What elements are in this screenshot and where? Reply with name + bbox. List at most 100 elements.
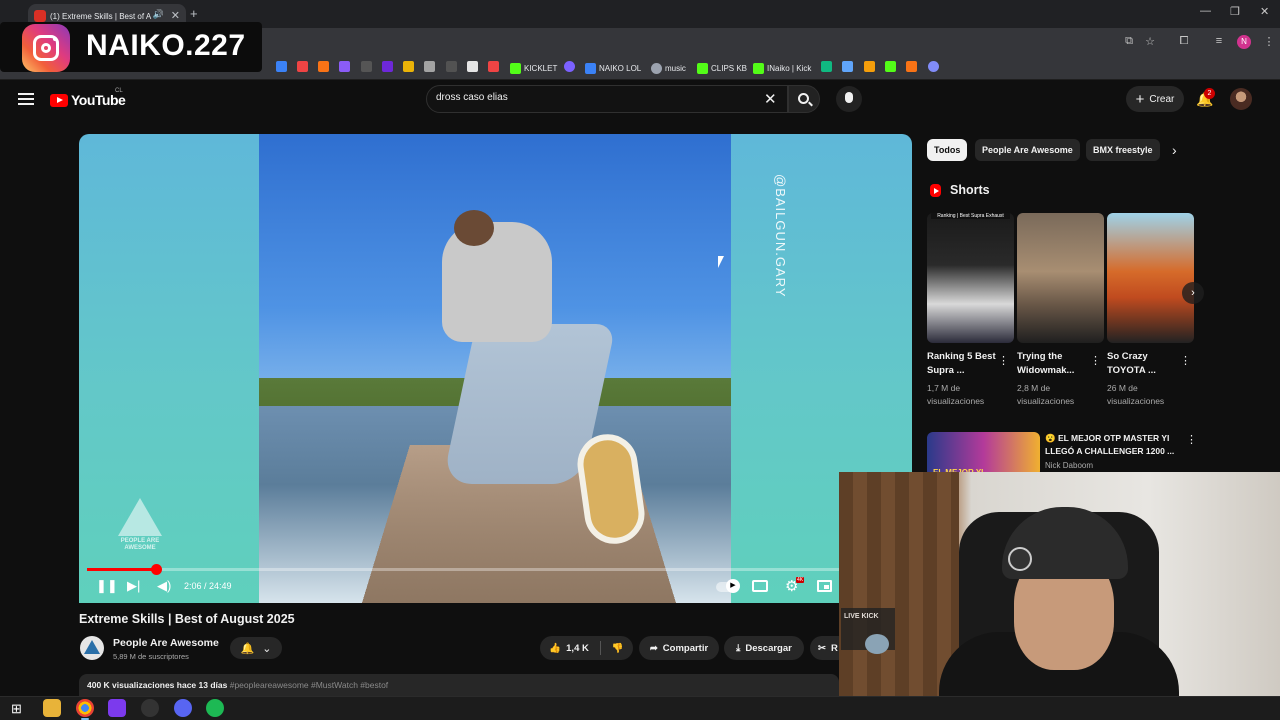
subscriber-count: 5,89 M de suscriptores bbox=[113, 652, 189, 661]
search-icon[interactable] bbox=[798, 93, 809, 104]
short-title[interactable]: So Crazy TOYOTA ... bbox=[1107, 350, 1179, 378]
short-title[interactable]: Ranking 5 Best Supra ... bbox=[927, 350, 999, 378]
next-icon[interactable]: ▶| bbox=[127, 578, 140, 594]
bookmark-icon[interactable] bbox=[467, 61, 478, 72]
kick-icon bbox=[697, 62, 708, 74]
windows-taskbar bbox=[0, 696, 1280, 720]
webcam-overlay: LIVE KICK bbox=[839, 472, 1280, 720]
create-button[interactable]: + Crear bbox=[1126, 86, 1184, 112]
tab-close-icon[interactable]: ✕ bbox=[171, 9, 180, 22]
bookmark-icon[interactable] bbox=[564, 61, 575, 72]
shorts-heading: Shorts bbox=[950, 183, 990, 197]
download-icon: ⤓ bbox=[736, 642, 741, 654]
share-button[interactable]: ➦ Compartir bbox=[639, 636, 719, 660]
bookmark-icon[interactable] bbox=[885, 61, 896, 72]
short-thumbnail[interactable] bbox=[1017, 213, 1104, 343]
bookmark-clips-kb[interactable]: CLIPS KB bbox=[697, 60, 747, 76]
bookmark-icon[interactable] bbox=[842, 61, 853, 72]
new-tab-button[interactable]: + bbox=[190, 6, 198, 21]
bookmark-music[interactable]: music bbox=[651, 60, 686, 76]
recommended-thumbnail[interactable]: EL MEJOR YI bbox=[927, 432, 1040, 477]
clear-search-icon[interactable]: ✕ bbox=[764, 90, 777, 108]
progress-bar[interactable] bbox=[87, 564, 904, 575]
like-icon[interactable]: 👍 bbox=[549, 643, 561, 654]
recommended-title[interactable]: 😮 EL MEJOR OTP MASTER YI LLEGÓ A CHALLEN… bbox=[1045, 432, 1180, 458]
share-icon: ➦ bbox=[649, 642, 658, 654]
more-options-icon[interactable]: ⋮ bbox=[1186, 433, 1197, 446]
music-icon bbox=[651, 62, 662, 74]
shorts-next-icon[interactable]: › bbox=[1182, 282, 1204, 304]
reading-list-icon[interactable]: ≡ bbox=[1212, 35, 1226, 49]
bookmark-icon[interactable] bbox=[318, 61, 329, 72]
windows-start-icon[interactable]: ⊞ bbox=[11, 701, 22, 717]
subscription-bell-button[interactable]: 🔔 ⌄ bbox=[230, 637, 282, 659]
short-thumbnail[interactable]: Ranking | Best Supra Exhaust bbox=[927, 213, 1014, 343]
download-button[interactable]: ⤓ Descargar bbox=[724, 636, 804, 660]
bookmark-icon[interactable] bbox=[403, 61, 414, 72]
bookmark-naiko-lol[interactable]: NAIKO LOL bbox=[585, 60, 641, 76]
browser-menu-icon[interactable]: ⋮ bbox=[1262, 35, 1276, 49]
short-thumbnail[interactable] bbox=[1107, 213, 1194, 343]
chip-bmx-freestyle[interactable]: BMX freestyle bbox=[1086, 139, 1160, 161]
channel-watermark-logo: PEOPLE ARE AWESOME bbox=[110, 498, 170, 560]
channel-avatar[interactable] bbox=[80, 636, 104, 660]
instagram-icon bbox=[22, 24, 70, 72]
bookmark-icon[interactable] bbox=[339, 61, 350, 72]
avatar[interactable] bbox=[1230, 88, 1252, 110]
dislike-icon[interactable]: 👎 bbox=[612, 643, 624, 654]
discord-icon[interactable] bbox=[174, 699, 192, 717]
recommended-channel[interactable]: Nick Daboom bbox=[1045, 461, 1093, 470]
profile-avatar-icon[interactable]: N bbox=[1237, 35, 1251, 49]
chip-todos[interactable]: Todos bbox=[927, 139, 968, 161]
bookmark-star-icon[interactable]: ☆ bbox=[1143, 35, 1157, 49]
close-window-button[interactable]: ✕ bbox=[1260, 5, 1269, 18]
short-title[interactable]: Trying the Widowmak... bbox=[1017, 350, 1089, 378]
file-explorer-icon[interactable] bbox=[43, 699, 61, 717]
progress-fill bbox=[87, 568, 156, 571]
bookmark-icon[interactable] bbox=[906, 61, 917, 72]
spotify-icon[interactable] bbox=[206, 699, 224, 717]
plus-icon: + bbox=[1135, 90, 1145, 108]
tab-audio-icon[interactable]: 🔊 bbox=[153, 9, 164, 20]
bookmark-icon[interactable] bbox=[821, 61, 832, 72]
chip-people-are-awesome[interactable]: People Are Awesome bbox=[975, 139, 1080, 161]
progress-scrubber[interactable] bbox=[151, 564, 162, 575]
bookmark-icon[interactable] bbox=[928, 61, 939, 72]
like-count: 1,4 K bbox=[566, 642, 589, 654]
minimize-button[interactable]: — bbox=[1200, 5, 1211, 17]
more-options-icon[interactable]: ⋮ bbox=[1180, 354, 1191, 367]
volume-icon[interactable]: ◀) bbox=[157, 578, 171, 594]
like-dislike-group[interactable]: 👍 1,4 K 👎 bbox=[540, 636, 633, 660]
chevron-right-icon[interactable]: › bbox=[1172, 142, 1177, 158]
bookmark-icon[interactable] bbox=[276, 61, 287, 72]
bookmark-kicklet[interactable]: KICKLET bbox=[510, 60, 557, 76]
bookmark-icon[interactable] bbox=[424, 61, 435, 72]
more-options-icon[interactable]: ⋮ bbox=[1090, 354, 1101, 367]
bookmark-icon[interactable] bbox=[361, 61, 372, 72]
app-icon[interactable] bbox=[108, 699, 126, 717]
bookmark-icon[interactable] bbox=[382, 61, 393, 72]
channel-name[interactable]: People Are Awesome bbox=[113, 637, 219, 649]
miniplayer-icon[interactable] bbox=[817, 580, 832, 592]
pause-icon[interactable]: ❚❚ bbox=[96, 578, 118, 594]
extensions-icon[interactable]: ⧠ bbox=[1177, 35, 1191, 49]
hamburger-menu-icon[interactable] bbox=[18, 91, 34, 107]
youtube-favicon-icon bbox=[34, 10, 46, 22]
microphone-icon bbox=[845, 92, 853, 103]
bookmark-icon[interactable] bbox=[864, 61, 875, 72]
bookmark-icon[interactable] bbox=[488, 61, 499, 72]
chrome-icon[interactable] bbox=[76, 699, 94, 720]
maximize-button[interactable]: ❐ bbox=[1230, 5, 1240, 18]
subtitles-icon[interactable] bbox=[752, 580, 768, 592]
search-input[interactable]: dross caso elias bbox=[436, 92, 508, 103]
more-options-icon[interactable]: ⋮ bbox=[998, 354, 1009, 367]
bookmark-naiko-kick[interactable]: INaiko | Kick bbox=[753, 60, 811, 76]
youtube-logo[interactable]: YouTube bbox=[50, 92, 126, 108]
short-views: 1,7 M de visualizaciones bbox=[927, 383, 985, 406]
install-app-icon[interactable]: ⧉ bbox=[1122, 35, 1136, 49]
video-title: Extreme Skills | Best of August 2025 bbox=[79, 612, 295, 626]
obs-icon[interactable] bbox=[141, 699, 159, 717]
bookmark-icon[interactable] bbox=[297, 61, 308, 72]
autoplay-toggle[interactable] bbox=[716, 579, 740, 593]
bookmark-icon[interactable] bbox=[446, 61, 457, 72]
